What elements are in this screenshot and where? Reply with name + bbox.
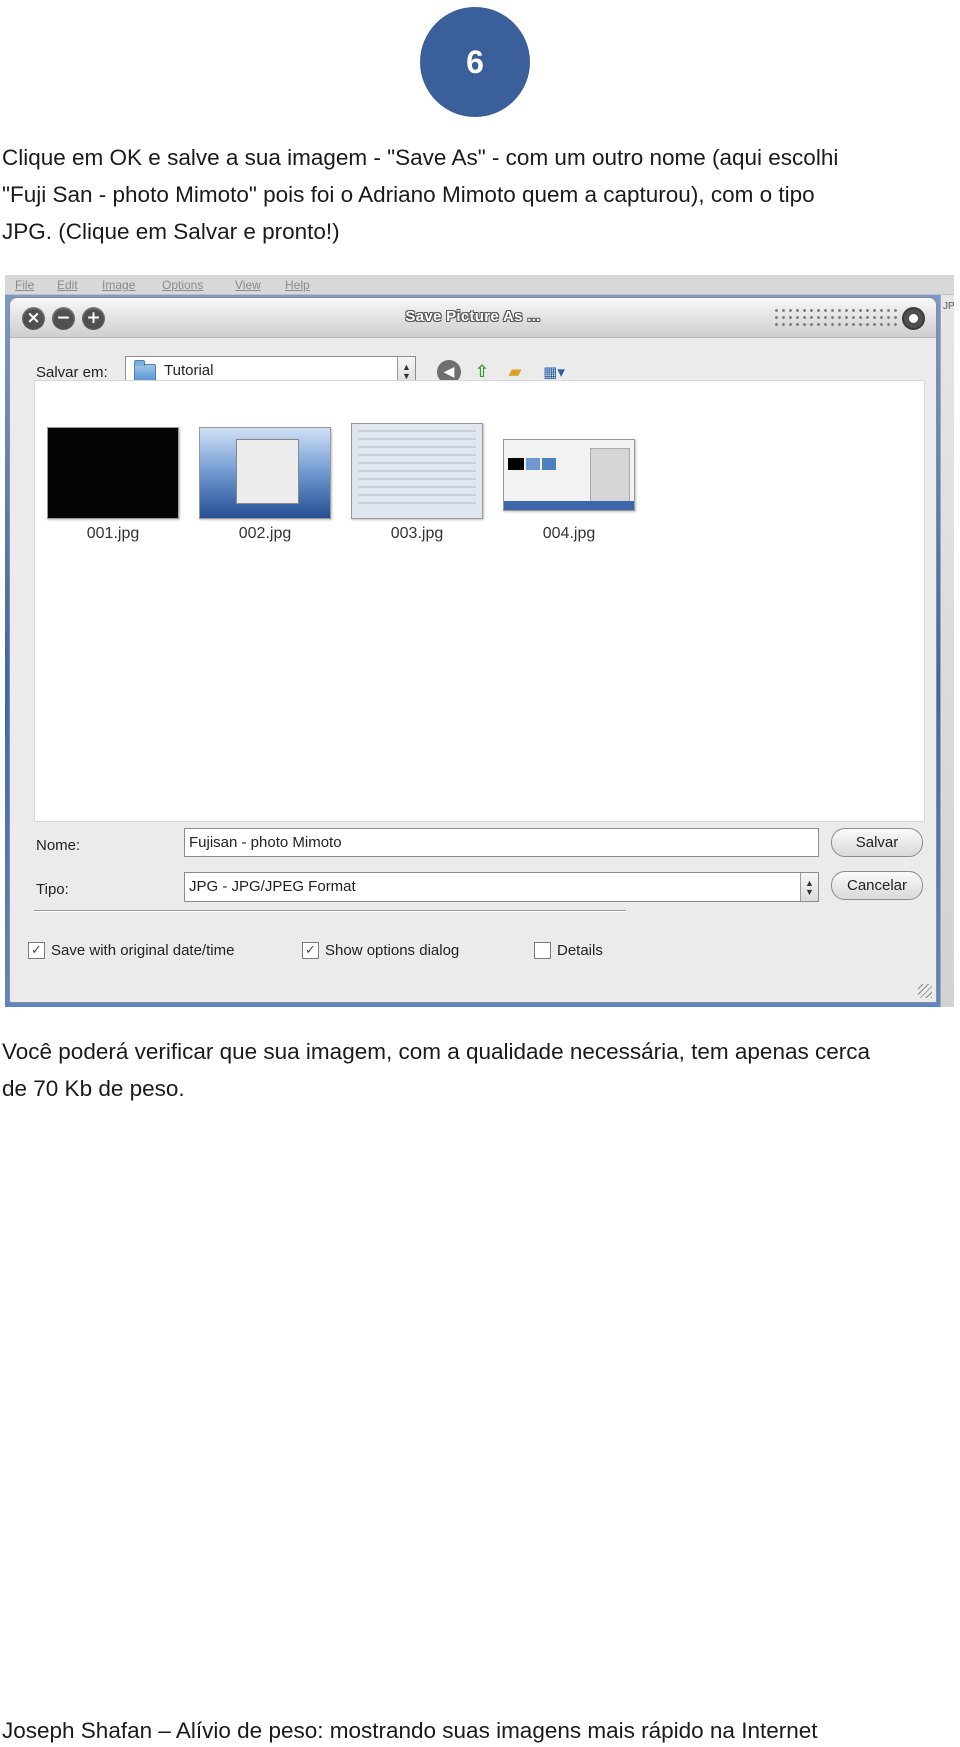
file-name: 004.jpg [542,525,596,542]
outro-line: de 70 Kb de peso. [2,1076,185,1101]
name-label: Nome: [36,837,81,854]
intro-paragraph: Clique em OK e salve a sua imagem - "Sav… [2,139,952,250]
outro-line: Você poderá verificar que sua imagem, co… [2,1039,870,1064]
app-menubar: File Edit Image Options View Help [5,275,954,295]
file-name-value: Fujisan - photo Mimoto [189,834,342,851]
resize-grip-icon[interactable] [918,984,932,998]
intro-line: JPG. (Clique em Salvar e pronto!) [2,219,340,244]
save-in-value: Tutorial [164,362,214,379]
menu-file[interactable]: File [15,278,34,292]
file-name: 002.jpg [238,525,292,542]
file-name: 003.jpg [390,525,444,542]
file-item[interactable]: 002.jpg [199,417,339,557]
menu-help[interactable]: Help [285,278,310,292]
file-thumbnail [199,427,331,519]
file-thumbnail [47,427,179,519]
file-thumbnail [503,439,635,511]
menu-image[interactable]: Image [102,278,135,292]
intro-line: Clique em OK e salve a sua imagem - "Sav… [2,145,839,170]
option-label: Save with original date/time [51,942,235,959]
file-thumbnail [351,423,483,519]
intro-line: "Fuji San - photo Mimoto" pois foi o Adr… [2,182,815,207]
checkbox-unchecked-icon[interactable] [534,942,551,959]
file-item[interactable]: 003.jpg [351,417,491,557]
outro-paragraph: Você poderá verificar que sua imagem, co… [2,1033,952,1107]
folder-icon [134,360,156,381]
file-item[interactable]: 001.jpg [47,417,187,557]
titlebar-grip [773,307,898,329]
save-in-label: Salvar em: [36,364,108,381]
background-window-fragment: JP [943,301,954,312]
file-item[interactable]: 004.jpg [503,417,643,557]
file-name-input[interactable]: Fujisan - photo Mimoto [184,828,819,857]
file-list[interactable]: 001.jpg 002.jpg 003.jpg 004.jpg [34,380,925,822]
page-number-badge: 6 [420,7,530,117]
file-type-dropdown[interactable]: JPG - JPG/JPEG Format ▲ ▼ [184,872,819,902]
menu-view[interactable]: View [235,278,261,292]
save-button[interactable]: Salvar [831,828,923,857]
checkbox-checked-icon[interactable]: ✓ [28,942,45,959]
dialog-titlebar: × − + Save Picture As ... [10,298,936,338]
option-label: Show options dialog [325,942,460,959]
menu-options[interactable]: Options [162,278,203,292]
save-picture-dialog: × − + Save Picture As ... Salvar em: Tut… [9,297,937,1003]
dropdown-arrow-icon[interactable]: ▲ ▼ [800,873,818,901]
type-label: Tipo: [36,881,69,898]
save-dialog-screenshot: File Edit Image Options View Help JP × −… [5,275,954,1007]
divider [34,910,626,912]
file-name: 001.jpg [86,525,140,542]
checkbox-checked-icon[interactable]: ✓ [302,942,319,959]
cancel-button[interactable]: Cancelar [831,871,923,900]
option-label: Details [557,942,603,959]
file-type-value: JPG - JPG/JPEG Format [189,878,356,895]
page-footer: Joseph Shafan – Alívio de peso: mostrand… [2,1718,818,1743]
window-menu-icon[interactable] [902,307,925,330]
background-window-edge: JP [940,295,954,1007]
menu-edit[interactable]: Edit [57,278,78,292]
